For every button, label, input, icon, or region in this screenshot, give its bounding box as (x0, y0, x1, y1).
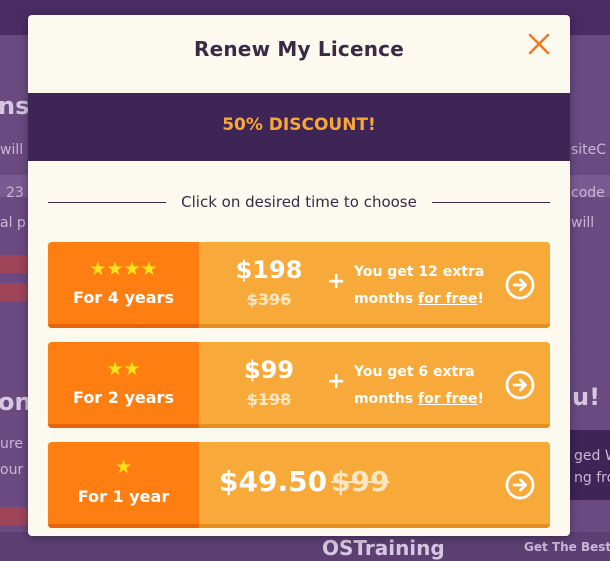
arrow-right-circle-icon[interactable] (505, 370, 535, 400)
close-icon (528, 33, 550, 55)
background-text: ged W (574, 448, 610, 464)
bonus-prefix: months (354, 291, 419, 307)
background-logo-text: OSTraining (322, 536, 445, 560)
modal-title: Renew My Licence (194, 37, 404, 61)
star-rating-icon: ★ (114, 456, 133, 478)
bonus-prefix: months (354, 391, 419, 407)
option-2-years[interactable]: ★★ For 2 years $99 $198 + You get 6 extr… (48, 342, 550, 428)
background-text: u! (572, 383, 601, 411)
bonus-suffix: ! (477, 391, 484, 407)
background-block (570, 430, 610, 500)
instruction-text: Click on desired time to choose (181, 193, 417, 211)
discount-banner: 50% DISCOUNT! (28, 93, 570, 161)
option-price-panel: $99 $198 + You get 6 extra months for fr… (199, 342, 550, 428)
renew-licence-modal: Renew My Licence 50% DISCOUNT! Click on … (28, 15, 570, 536)
close-button[interactable] (524, 29, 554, 59)
star-rating-icon: ★★ (106, 358, 141, 380)
option-1-year[interactable]: ★ For 1 year $49.50 $99 (48, 442, 550, 528)
bonus-line-1: You get 12 extra (354, 264, 485, 280)
option-4-years[interactable]: ★★★★ For 4 years $198 $396 + You get 12 … (48, 242, 550, 328)
plus-icon: + (327, 369, 346, 394)
plus-icon: + (327, 269, 346, 294)
background-accent (0, 283, 28, 301)
option-duration-panel: ★★ For 2 years (48, 342, 199, 428)
duration-label: For 4 years (73, 288, 174, 307)
price-old: $99 (331, 465, 390, 498)
for-free-link[interactable]: for free (418, 391, 477, 407)
option-price-panel: $198 $396 + You get 12 extra months for … (199, 242, 550, 328)
background-text: will (571, 215, 595, 231)
bonus-line-2: months for free! (354, 386, 484, 413)
instruction-row: Click on desired time to choose (48, 191, 550, 215)
background-accent (0, 255, 28, 273)
bonus-text: You get 12 extra months for free! (354, 259, 484, 313)
price-new: $198 (235, 256, 303, 284)
background-text: Get The Best (524, 540, 610, 554)
background-text: ure (0, 436, 23, 452)
star-rating-icon: ★★★★ (89, 258, 158, 280)
bonus-suffix: ! (477, 291, 484, 307)
divider (48, 202, 166, 203)
price-old: $396 (246, 290, 292, 309)
bonus-line-2: months for free! (354, 286, 484, 313)
price-old: $198 (246, 390, 292, 409)
bonus-text: You get 6 extra months for free! (354, 359, 484, 413)
duration-label: For 1 year (77, 487, 170, 506)
background-text: will (0, 142, 24, 158)
arrow-right-circle-icon[interactable] (505, 270, 535, 300)
background-text: siteC (571, 142, 607, 158)
option-duration-panel: ★ For 1 year (48, 442, 199, 528)
background-text: 23 (6, 185, 24, 201)
duration-label: For 2 years (73, 388, 174, 407)
price-new: $99 (243, 356, 295, 384)
arrow-right-circle-icon[interactable] (505, 470, 535, 500)
price-new: $49.50 (219, 465, 328, 498)
background-text: code (571, 185, 605, 201)
background-footer (0, 532, 610, 561)
background-text: ng fro (574, 470, 610, 486)
background-text: al p (0, 215, 26, 231)
discount-text: 50% DISCOUNT! (222, 115, 376, 135)
background-text: our (0, 462, 24, 478)
option-duration-panel: ★★★★ For 4 years (48, 242, 199, 328)
option-price-panel: $49.50 $99 (199, 442, 550, 528)
bonus-line-1: You get 6 extra (354, 364, 475, 380)
divider (432, 202, 550, 203)
for-free-link[interactable]: for free (418, 291, 477, 307)
